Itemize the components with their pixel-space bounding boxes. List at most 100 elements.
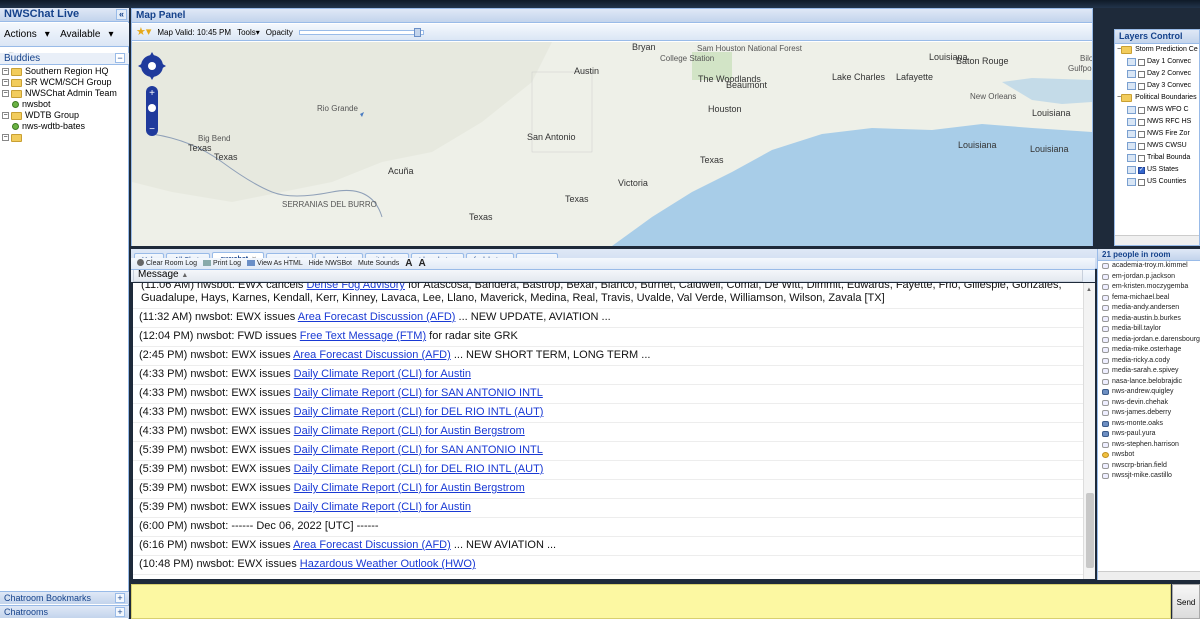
room-occupant[interactable]: nwssjt-mike.castillo [1098, 471, 1200, 482]
product-link[interactable]: Free Text Message (FTM) [300, 330, 426, 342]
room-occupant[interactable]: nws-stephen.harrison [1098, 440, 1200, 451]
expand-toggle-icon[interactable]: − [2, 134, 9, 141]
room-occupant[interactable]: nws-devin.chehak [1098, 398, 1200, 409]
room-occupant[interactable]: media-jordan.e.darensbourg [1098, 335, 1200, 346]
zoom-thumb[interactable] [148, 104, 156, 112]
layer-checkbox[interactable]: ✓ [1138, 166, 1145, 174]
layer-checkbox[interactable] [1138, 70, 1145, 78]
buddy-tree-node[interactable]: − [0, 132, 129, 143]
send-button[interactable]: Send [1172, 584, 1200, 619]
product-link[interactable]: Daily Climate Report (CLI) for Austin Be… [294, 425, 525, 437]
print-log-link[interactable]: Print Log [202, 258, 241, 270]
collapse-sidebar-button[interactable]: « [116, 9, 127, 20]
room-occupant[interactable]: nwsbot [1098, 450, 1200, 461]
home-icon[interactable]: ★▾ [136, 24, 151, 41]
view-as-html-link[interactable]: View As HTML [247, 258, 303, 270]
message-header[interactable]: Message ▲ [133, 268, 1083, 282]
layer-checkbox[interactable] [1138, 154, 1145, 162]
product-link[interactable]: Hazardous Weather Outlook (HWO) [300, 558, 476, 570]
buddy-tree-node[interactable]: nws-wdtb-bates [0, 121, 129, 132]
room-occupant[interactable]: nws-andrew.quigley [1098, 387, 1200, 398]
layers-hscrollbar[interactable] [1115, 235, 1199, 245]
room-occupant[interactable]: em-kristen.moczygemba [1098, 282, 1200, 293]
hide-nwsbot-link[interactable]: Hide NWSBot [309, 258, 352, 270]
expand-chatrooms-button[interactable]: + [115, 607, 125, 617]
collapse-buddies-button[interactable]: − [115, 53, 125, 63]
opacity-slider-thumb[interactable] [413, 27, 421, 37]
layer-row[interactable]: Day 3 Convec [1115, 80, 1199, 92]
font-bigger-button[interactable]: A [405, 258, 412, 270]
message-scrollbar-thumb[interactable] [1086, 493, 1094, 568]
buddy-tree-node[interactable]: − NWSChat Admin Team [0, 88, 129, 99]
layer-row[interactable]: US Counties [1115, 176, 1199, 188]
layer-checkbox[interactable] [1138, 58, 1145, 66]
layer-checkbox[interactable] [1138, 142, 1145, 150]
clear-room-log-link[interactable]: Clear Room Log [137, 258, 197, 270]
pan-center[interactable] [148, 62, 156, 70]
availability-menu[interactable]: Available ▾ [60, 29, 113, 40]
room-occupant[interactable]: fema-michael.beal [1098, 293, 1200, 304]
pan-zoom-icon[interactable]: + − [138, 46, 166, 142]
message-input[interactable] [131, 584, 1171, 619]
product-link[interactable]: Daily Climate Report (CLI) for SAN ANTON… [294, 387, 543, 399]
layer-checkbox[interactable] [1138, 82, 1145, 90]
room-occupant[interactable]: media-sarah.e.spivey [1098, 366, 1200, 377]
message-scrollbar[interactable]: ▲ [1083, 283, 1095, 579]
product-link[interactable]: Area Forecast Discussion (AFD) [293, 349, 451, 361]
layer-row[interactable]: ✓ US States [1115, 164, 1199, 176]
layer-row[interactable]: NWS CWSU [1115, 140, 1199, 152]
product-link[interactable]: Daily Climate Report (CLI) for Austin [294, 501, 471, 513]
product-link[interactable]: Daily Climate Report (CLI) for Austin [294, 368, 471, 380]
product-link[interactable]: Daily Climate Report (CLI) for SAN ANTON… [294, 444, 543, 456]
expand-bookmarks-button[interactable]: + [115, 593, 125, 603]
product-link[interactable]: Area Forecast Discussion (AFD) [298, 311, 456, 323]
font-smaller-button[interactable]: A [418, 258, 425, 270]
expand-toggle-icon[interactable]: − [2, 112, 9, 119]
buddies-header[interactable]: Buddies − [0, 53, 129, 65]
actions-menu[interactable]: Actions ▾ [4, 29, 50, 40]
buddy-tree-node[interactable]: − Southern Region HQ [0, 66, 129, 77]
layer-checkbox[interactable] [1138, 118, 1145, 126]
layer-row[interactable]: − Political Boundaries [1115, 92, 1199, 104]
mute-sounds-link[interactable]: Mute Sounds [358, 258, 399, 270]
map-nav-control[interactable]: + − [138, 46, 166, 145]
buddy-tree-node[interactable]: − WDTB Group [0, 110, 129, 121]
product-link[interactable]: Dense Fog Advisory [306, 283, 404, 291]
layer-row[interactable]: NWS RFC HS [1115, 116, 1199, 128]
layer-checkbox[interactable] [1138, 178, 1145, 186]
chatrooms-header[interactable]: Chatrooms + [0, 605, 129, 618]
layer-checkbox[interactable] [1138, 130, 1145, 138]
product-link[interactable]: Daily Climate Report (CLI) for DEL RIO I… [294, 406, 544, 418]
expand-toggle-icon[interactable]: − [2, 90, 9, 97]
room-occupant[interactable]: media-bill.taylor [1098, 324, 1200, 335]
expand-toggle-icon[interactable]: − [2, 79, 9, 86]
opacity-slider[interactable] [298, 27, 424, 37]
layer-row[interactable]: − Storm Prediction Ce [1115, 44, 1199, 56]
scroll-up-icon[interactable]: ▲ [1086, 287, 1092, 293]
room-occupant[interactable]: em-jordan.p.jackson [1098, 272, 1200, 283]
layer-row[interactable]: NWS WFO C [1115, 104, 1199, 116]
room-occupant[interactable]: nwscrp-brian.field [1098, 461, 1200, 472]
layer-checkbox[interactable] [1138, 106, 1145, 114]
buddy-tree-node[interactable]: nwsbot [0, 99, 129, 110]
product-link[interactable]: Area Forecast Discussion (AFD) [293, 539, 451, 551]
room-occupant[interactable]: nws-james.deberry [1098, 408, 1200, 419]
layer-row[interactable]: Day 2 Convec [1115, 68, 1199, 80]
people-hscrollbar[interactable] [1098, 571, 1200, 580]
room-occupant[interactable]: academia-troy.m.kimmel [1098, 261, 1200, 272]
map-canvas[interactable]: Bryan College Station Sam Houston National… [132, 42, 1092, 246]
layer-row[interactable]: Day 1 Convec [1115, 56, 1199, 68]
room-occupant[interactable]: nws-monte.oaks [1098, 419, 1200, 430]
tools-menu[interactable]: Tools▾ [237, 24, 260, 41]
room-occupant[interactable]: nasa-lance.belobrajdic [1098, 377, 1200, 388]
room-occupant[interactable]: media-ricky.a.cody [1098, 356, 1200, 367]
room-occupant[interactable]: media-austin.b.burkes [1098, 314, 1200, 325]
room-occupant[interactable]: media-mike.osterhage [1098, 345, 1200, 356]
expand-toggle-icon[interactable]: − [2, 68, 9, 75]
buddy-tree-node[interactable]: − SR WCM/SCH Group [0, 77, 129, 88]
room-occupant[interactable]: media-andy.andersen [1098, 303, 1200, 314]
chatroom-bookmarks-header[interactable]: Chatroom Bookmarks + [0, 591, 129, 604]
product-link[interactable]: Daily Climate Report (CLI) for DEL RIO I… [294, 463, 544, 475]
product-link[interactable]: Daily Climate Report (CLI) for Austin Be… [294, 482, 525, 494]
layer-row[interactable]: Tribal Bounda [1115, 152, 1199, 164]
